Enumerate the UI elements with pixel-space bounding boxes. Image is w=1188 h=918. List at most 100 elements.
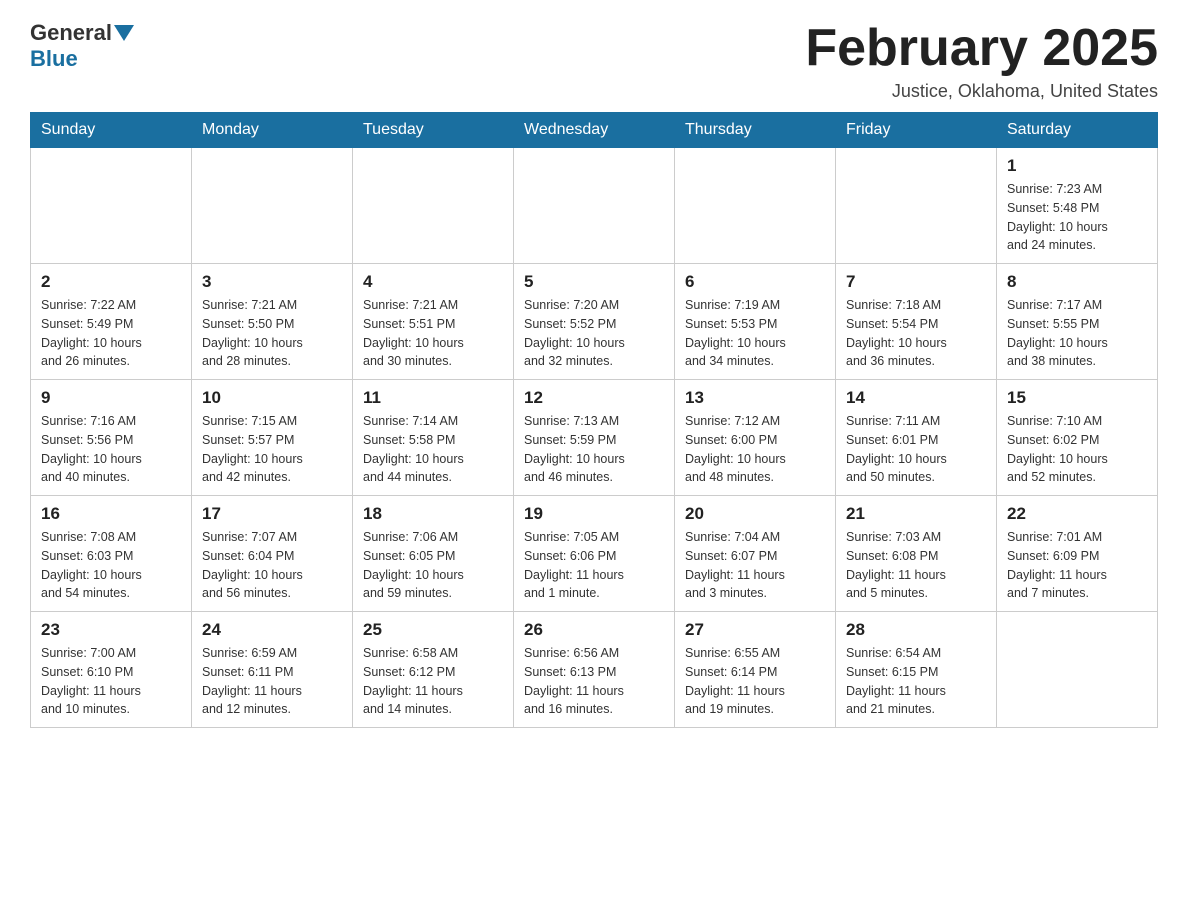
day-info: Sunrise: 7:12 AM Sunset: 6:00 PM Dayligh… [685, 412, 825, 487]
calendar-cell: 12 Sunrise: 7:13 AM Sunset: 5:59 PM Dayli… [514, 380, 675, 496]
day-number: 21 [846, 504, 986, 524]
calendar-cell: 5 Sunrise: 7:20 AM Sunset: 5:52 PM Daylig… [514, 264, 675, 380]
day-number: 7 [846, 272, 986, 292]
day-number: 8 [1007, 272, 1147, 292]
calendar-week-5: 23 Sunrise: 7:00 AM Sunset: 6:10 PM Dayli… [31, 612, 1158, 728]
calendar-cell [192, 148, 353, 264]
calendar-cell: 22Sunrise: 7:01 AM Sunset: 6:09 PM Dayli… [997, 496, 1158, 612]
day-info: Sunrise: 7:13 AM Sunset: 5:59 PM Dayligh… [524, 412, 664, 487]
day-info: Sunrise: 7:11 AM Sunset: 6:01 PM Dayligh… [846, 412, 986, 487]
calendar-week-1: 1 Sunrise: 7:23 AM Sunset: 5:48 PM Daylig… [31, 148, 1158, 264]
day-number: 13 [685, 388, 825, 408]
day-number: 24 [202, 620, 342, 640]
calendar-cell [997, 612, 1158, 728]
logo-blue-text: Blue [30, 46, 78, 72]
calendar-cell: 21Sunrise: 7:03 AM Sunset: 6:08 PM Dayli… [836, 496, 997, 612]
day-info: Sunrise: 7:22 AM Sunset: 5:49 PM Dayligh… [41, 296, 181, 371]
calendar-week-2: 2 Sunrise: 7:22 AM Sunset: 5:49 PM Daylig… [31, 264, 1158, 380]
calendar-cell: 16 Sunrise: 7:08 AM Sunset: 6:03 PM Dayli… [31, 496, 192, 612]
day-info: Sunrise: 7:17 AM Sunset: 5:55 PM Dayligh… [1007, 296, 1147, 371]
day-info: Sunrise: 7:20 AM Sunset: 5:52 PM Dayligh… [524, 296, 664, 371]
calendar-cell: 27Sunrise: 6:55 AM Sunset: 6:14 PM Dayli… [675, 612, 836, 728]
day-number: 16 [41, 504, 181, 524]
calendar-cell: 19Sunrise: 7:05 AM Sunset: 6:06 PM Dayli… [514, 496, 675, 612]
calendar-cell: 24 Sunrise: 6:59 AM Sunset: 6:11 PM Dayli… [192, 612, 353, 728]
calendar-cell: 7 Sunrise: 7:18 AM Sunset: 5:54 PM Daylig… [836, 264, 997, 380]
day-number: 20 [685, 504, 825, 524]
day-number: 17 [202, 504, 342, 524]
title-section: February 2025 Justice, Oklahoma, United … [805, 20, 1158, 102]
calendar-cell: 13 Sunrise: 7:12 AM Sunset: 6:00 PM Dayli… [675, 380, 836, 496]
day-number: 15 [1007, 388, 1147, 408]
day-number: 18 [363, 504, 503, 524]
logo-general-text: General [30, 20, 112, 46]
weekday-header-tuesday: Tuesday [353, 113, 514, 148]
day-number: 14 [846, 388, 986, 408]
location-subtitle: Justice, Oklahoma, United States [805, 81, 1158, 102]
calendar-cell: 15 Sunrise: 7:10 AM Sunset: 6:02 PM Dayli… [997, 380, 1158, 496]
day-info: Sunrise: 7:00 AM Sunset: 6:10 PM Dayligh… [41, 644, 181, 719]
day-info: Sunrise: 7:16 AM Sunset: 5:56 PM Dayligh… [41, 412, 181, 487]
calendar-table: SundayMondayTuesdayWednesdayThursdayFrid… [30, 112, 1158, 728]
day-info: Sunrise: 6:58 AM Sunset: 6:12 PM Dayligh… [363, 644, 503, 719]
calendar-cell: 8 Sunrise: 7:17 AM Sunset: 5:55 PM Daylig… [997, 264, 1158, 380]
day-number: 11 [363, 388, 503, 408]
weekday-header-monday: Monday [192, 113, 353, 148]
calendar-cell: 6 Sunrise: 7:19 AM Sunset: 5:53 PM Daylig… [675, 264, 836, 380]
weekday-header-friday: Friday [836, 113, 997, 148]
calendar-cell: 3Sunrise: 7:21 AM Sunset: 5:50 PM Daylig… [192, 264, 353, 380]
logo-triangle-icon [114, 25, 134, 41]
weekday-header-sunday: Sunday [31, 113, 192, 148]
logo: General Blue [30, 20, 136, 72]
day-info: Sunrise: 7:10 AM Sunset: 6:02 PM Dayligh… [1007, 412, 1147, 487]
day-number: 1 [1007, 156, 1147, 176]
day-number: 6 [685, 272, 825, 292]
day-number: 3 [202, 272, 342, 292]
calendar-cell: 11 Sunrise: 7:14 AM Sunset: 5:58 PM Dayli… [353, 380, 514, 496]
day-number: 5 [524, 272, 664, 292]
day-number: 12 [524, 388, 664, 408]
day-number: 4 [363, 272, 503, 292]
day-number: 26 [524, 620, 664, 640]
day-info: Sunrise: 7:06 AM Sunset: 6:05 PM Dayligh… [363, 528, 503, 603]
day-number: 2 [41, 272, 181, 292]
day-info: Sunrise: 7:08 AM Sunset: 6:03 PM Dayligh… [41, 528, 181, 603]
page-header: General Blue February 2025 Justice, Okla… [30, 20, 1158, 102]
weekday-header-wednesday: Wednesday [514, 113, 675, 148]
day-info: Sunrise: 7:07 AM Sunset: 6:04 PM Dayligh… [202, 528, 342, 603]
day-info: Sunrise: 6:59 AM Sunset: 6:11 PM Dayligh… [202, 644, 342, 719]
month-title: February 2025 [805, 20, 1158, 77]
calendar-cell: 28 Sunrise: 6:54 AM Sunset: 6:15 PM Dayli… [836, 612, 997, 728]
day-number: 23 [41, 620, 181, 640]
calendar-cell [836, 148, 997, 264]
day-number: 28 [846, 620, 986, 640]
day-info: Sunrise: 7:18 AM Sunset: 5:54 PM Dayligh… [846, 296, 986, 371]
weekday-header-saturday: Saturday [997, 113, 1158, 148]
day-info: Sunrise: 7:23 AM Sunset: 5:48 PM Dayligh… [1007, 180, 1147, 255]
calendar-cell: 17 Sunrise: 7:07 AM Sunset: 6:04 PM Dayli… [192, 496, 353, 612]
calendar-cell: 14 Sunrise: 7:11 AM Sunset: 6:01 PM Dayli… [836, 380, 997, 496]
calendar-cell: 9 Sunrise: 7:16 AM Sunset: 5:56 PM Daylig… [31, 380, 192, 496]
day-info: Sunrise: 7:21 AM Sunset: 5:51 PM Dayligh… [363, 296, 503, 371]
day-number: 10 [202, 388, 342, 408]
calendar-week-3: 9 Sunrise: 7:16 AM Sunset: 5:56 PM Daylig… [31, 380, 1158, 496]
calendar-cell: 4 Sunrise: 7:21 AM Sunset: 5:51 PM Daylig… [353, 264, 514, 380]
calendar-cell: 1 Sunrise: 7:23 AM Sunset: 5:48 PM Daylig… [997, 148, 1158, 264]
calendar-cell [675, 148, 836, 264]
day-info: Sunrise: 6:54 AM Sunset: 6:15 PM Dayligh… [846, 644, 986, 719]
calendar-cell [514, 148, 675, 264]
day-number: 9 [41, 388, 181, 408]
calendar-cell: 10 Sunrise: 7:15 AM Sunset: 5:57 PM Dayli… [192, 380, 353, 496]
day-info: Sunrise: 7:14 AM Sunset: 5:58 PM Dayligh… [363, 412, 503, 487]
day-number: 27 [685, 620, 825, 640]
day-number: 19 [524, 504, 664, 524]
day-info: Sunrise: 7:19 AM Sunset: 5:53 PM Dayligh… [685, 296, 825, 371]
day-info: Sunrise: 7:01 AM Sunset: 6:09 PM Dayligh… [1007, 528, 1147, 603]
day-info: Sunrise: 6:56 AM Sunset: 6:13 PM Dayligh… [524, 644, 664, 719]
calendar-cell [31, 148, 192, 264]
day-number: 25 [363, 620, 503, 640]
calendar-cell: 25 Sunrise: 6:58 AM Sunset: 6:12 PM Dayli… [353, 612, 514, 728]
calendar-cell [353, 148, 514, 264]
day-info: Sunrise: 7:04 AM Sunset: 6:07 PM Dayligh… [685, 528, 825, 603]
day-info: Sunrise: 7:15 AM Sunset: 5:57 PM Dayligh… [202, 412, 342, 487]
